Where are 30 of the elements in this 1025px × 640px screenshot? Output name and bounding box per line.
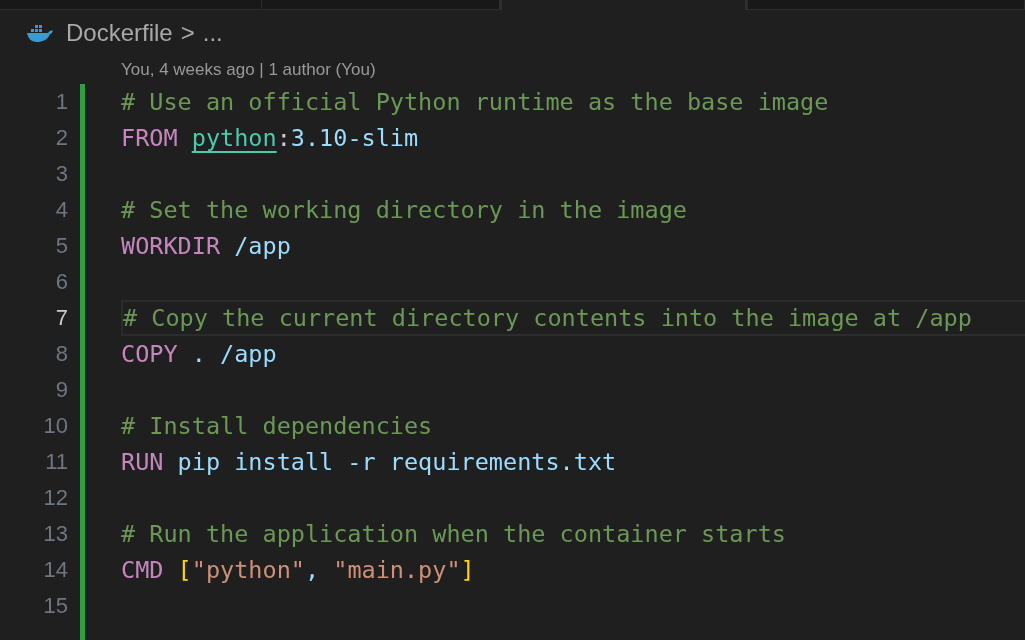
line-number: 2 — [54, 124, 68, 152]
code-line: RUN pip install -r requirements.txt — [121, 448, 617, 476]
line-number: 14 — [42, 556, 68, 584]
code-line: # Use an official Python runtime as the base image — [121, 88, 829, 116]
line-number: 5 — [54, 232, 68, 260]
line-number: 7 — [54, 304, 68, 332]
line-number: 15 — [42, 592, 68, 620]
line-number: 10 — [42, 412, 68, 440]
whale-icon — [26, 23, 54, 43]
line-number: 1 — [54, 88, 68, 116]
breadcrumb-file[interactable]: Dockerfile — [66, 19, 173, 47]
code-line: # Install dependencies — [121, 412, 433, 440]
line-number: 6 — [54, 268, 68, 296]
code-line: CMD ["python", "main.py"] — [121, 556, 475, 584]
line-number: 12 — [42, 484, 68, 512]
code-line: COPY . /app — [121, 340, 277, 368]
breadcrumb-more[interactable]: ... — [202, 19, 223, 47]
line-number: 11 — [44, 448, 68, 476]
line-number: 4 — [54, 196, 68, 224]
line-number: 3 — [54, 160, 68, 188]
line-number: 8 — [54, 340, 68, 368]
breadcrumb-separator: > — [180, 19, 195, 47]
code-line: # Set the working directory in the image — [121, 196, 687, 224]
blame-annotation[interactable]: You, 4 weeks ago | 1 author (You) — [121, 60, 376, 80]
line-number: 9 — [54, 376, 68, 404]
line-number: 13 — [42, 520, 68, 548]
code-line: FROM python:3.10-slim — [121, 124, 419, 152]
code-line: # Copy the current directory contents into the image at /app — [123, 304, 972, 332]
code-line: WORKDIR /app — [121, 232, 291, 260]
code-line: # Run the application when the container starts — [121, 520, 786, 548]
